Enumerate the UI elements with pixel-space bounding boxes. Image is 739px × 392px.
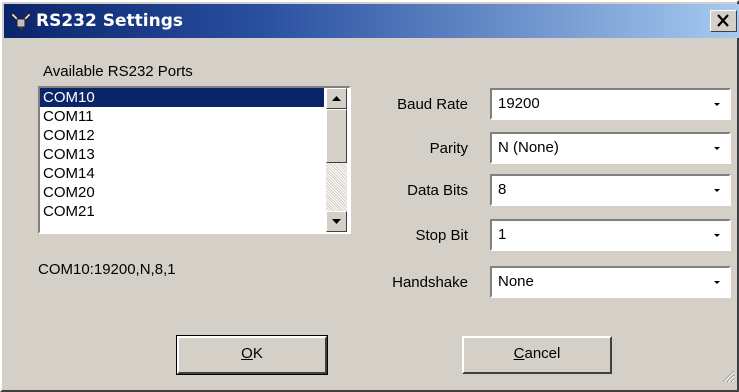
stop-bit-select[interactable]: 1	[490, 219, 731, 251]
cancel-button[interactable]: Cancel	[462, 336, 612, 374]
ok-mnemonic: O	[241, 345, 253, 362]
list-item[interactable]: COM20	[40, 183, 324, 202]
data-bits-label: Data Bits	[407, 182, 468, 199]
handshake-value: None	[498, 273, 534, 290]
handshake-select[interactable]: None	[490, 266, 731, 298]
ok-button[interactable]: OK	[176, 335, 328, 375]
data-bits-select[interactable]: 8	[490, 174, 731, 206]
rs232-plug-icon	[10, 9, 32, 36]
resize-grip-icon[interactable]	[721, 369, 735, 388]
stop-bit-value: 1	[498, 226, 507, 243]
ports-listbox[interactable]: COM10 COM11 COM12 COM13 COM14 COM20 COM2…	[38, 86, 351, 234]
title-bar[interactable]: RS232 Settings	[4, 4, 739, 38]
parity-select[interactable]: N (None)	[490, 132, 731, 164]
chevron-down-icon[interactable]	[705, 90, 729, 118]
cancel-mnemonic: C	[513, 345, 525, 362]
cancel-label-rest: ancel	[524, 345, 561, 362]
close-icon	[711, 14, 736, 35]
stop-bit-label: Stop Bit	[415, 227, 468, 244]
close-button[interactable]	[710, 10, 737, 32]
chevron-down-icon[interactable]	[705, 176, 729, 204]
parity-value: N (None)	[498, 139, 559, 156]
data-bits-value: 8	[498, 181, 507, 198]
baud-rate-value: 19200	[498, 95, 540, 112]
rs232-settings-dialog: RS232 Settings Available RS232 Ports COM…	[0, 0, 739, 392]
list-item[interactable]: COM14	[40, 164, 324, 183]
baud-rate-label: Baud Rate	[397, 96, 468, 113]
list-item[interactable]: COM12	[40, 126, 324, 145]
handshake-label: Handshake	[392, 274, 468, 291]
window-title: RS232 Settings	[36, 11, 183, 31]
list-item[interactable]: COM11	[40, 107, 324, 126]
chevron-down-icon[interactable]	[705, 221, 729, 249]
list-item[interactable]: COM10	[40, 88, 324, 107]
baud-rate-select[interactable]: 19200	[490, 88, 731, 120]
chevron-down-icon[interactable]	[705, 268, 729, 296]
ok-label-rest: K	[252, 345, 263, 362]
list-item[interactable]: COM21	[40, 202, 324, 221]
parity-label: Parity	[429, 140, 468, 157]
ports-items: COM10 COM11 COM12 COM13 COM14 COM20 COM2…	[40, 88, 324, 221]
list-item[interactable]: COM13	[40, 145, 324, 164]
ports-label: Available RS232 Ports	[43, 63, 193, 80]
chevron-down-icon[interactable]	[705, 134, 729, 162]
connection-summary: COM10:19200,N,8,1	[38, 261, 176, 278]
